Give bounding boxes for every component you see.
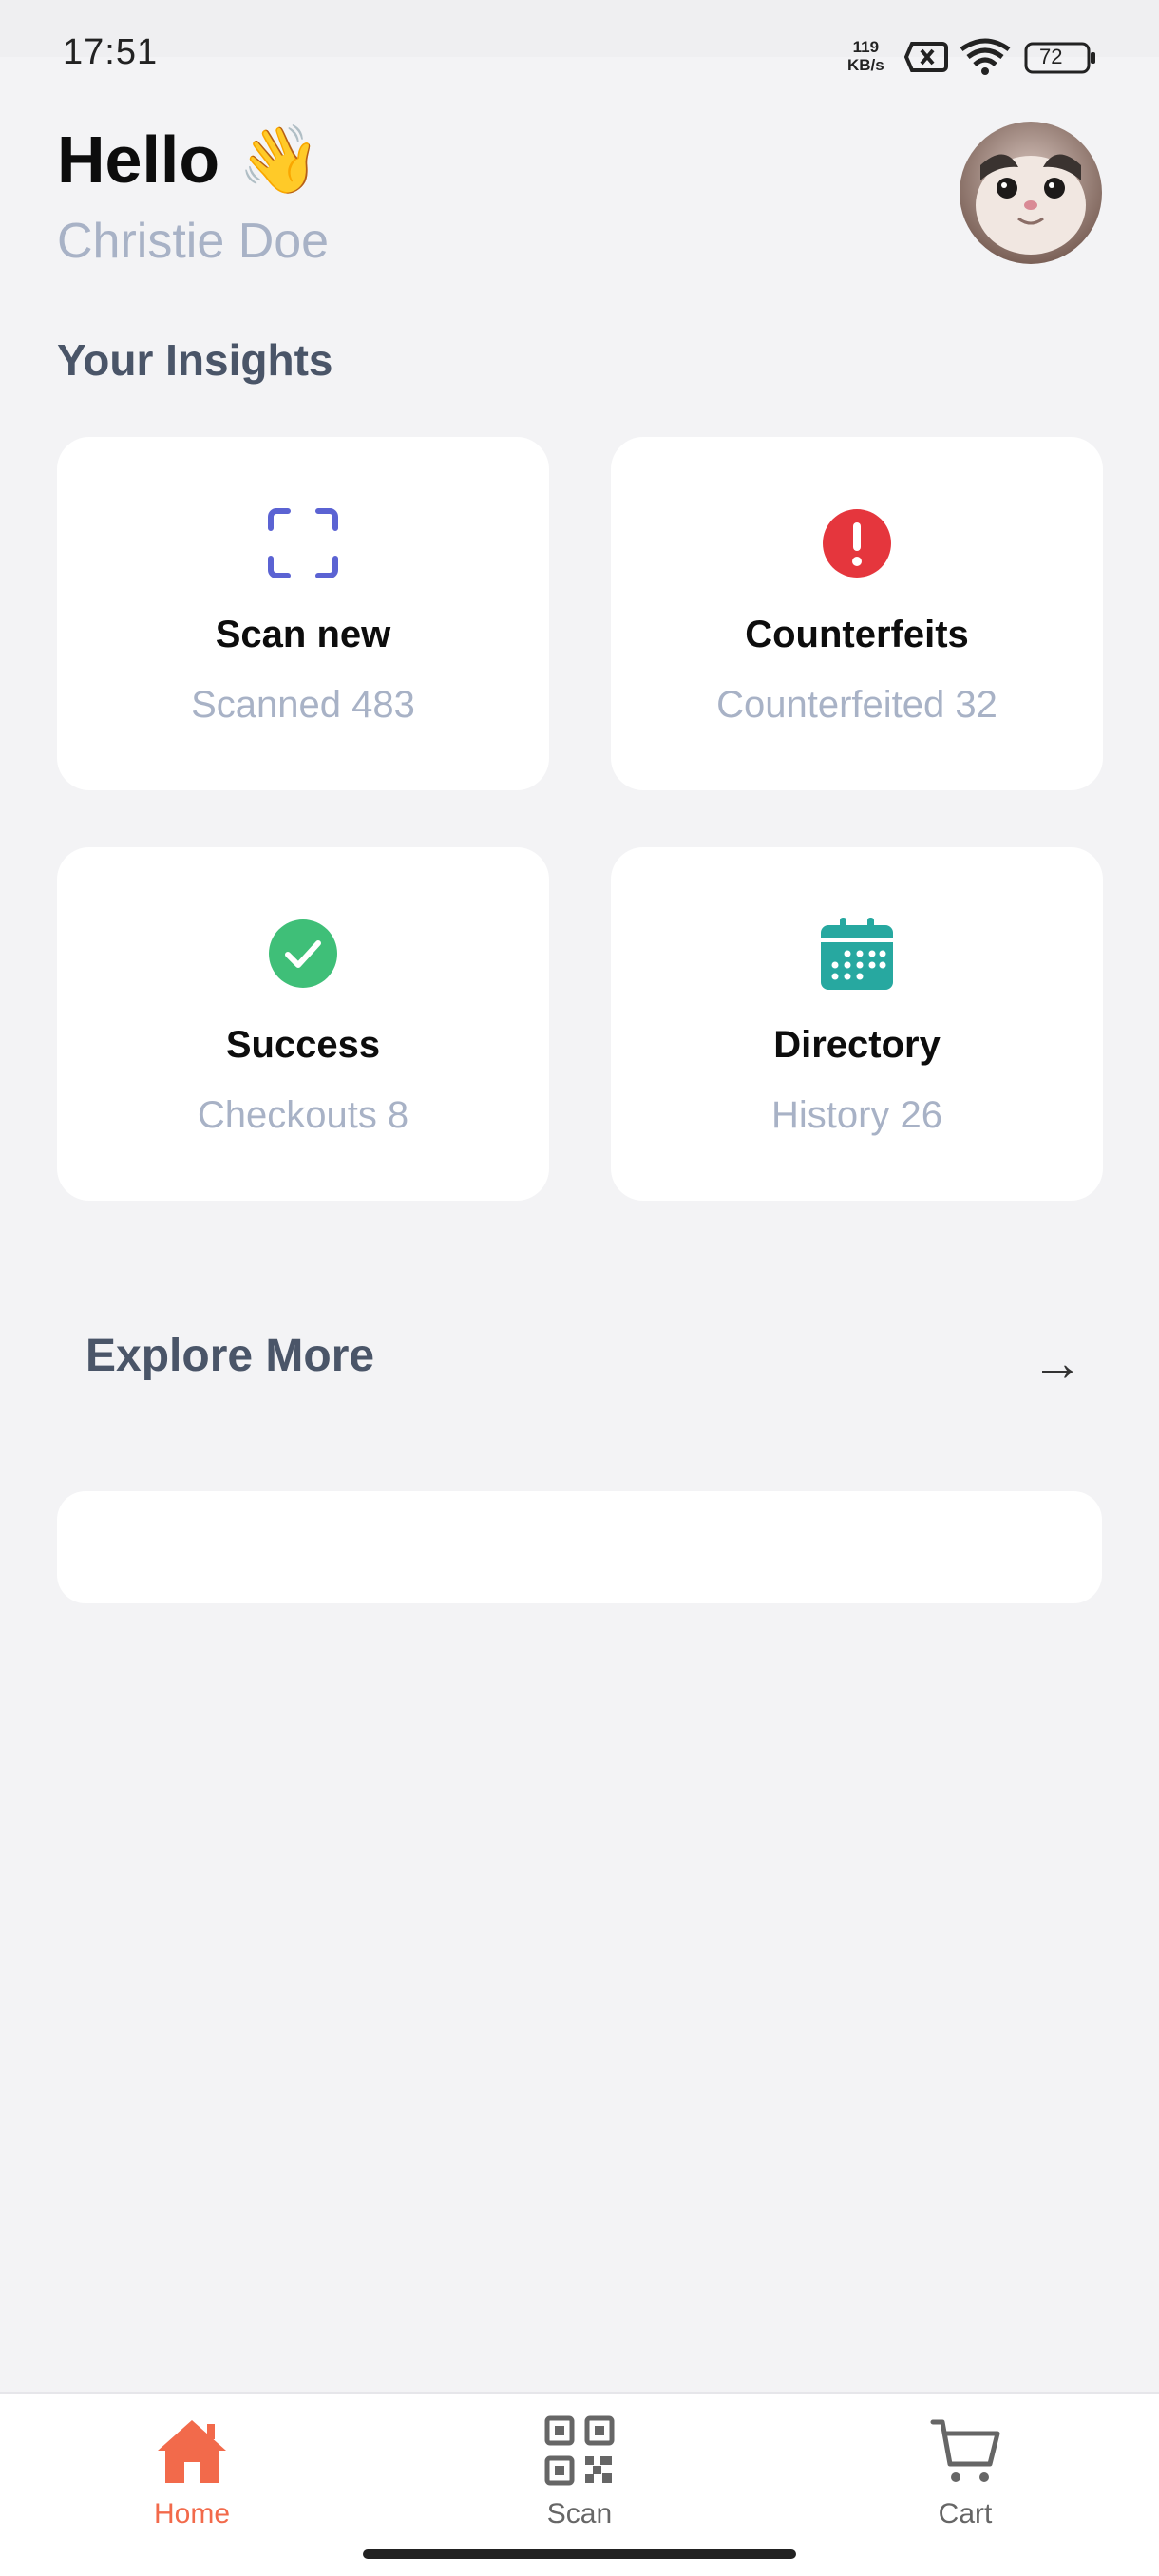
status-bar: 17:51 119 KB/s 72 xyxy=(0,0,1159,75)
explore-more-row[interactable]: Explore More → xyxy=(86,1330,1083,1406)
card-title: Counterfeits xyxy=(745,614,969,655)
card-subtitle: History 26 xyxy=(770,1094,943,1136)
nav-label: Cart xyxy=(938,2498,993,2529)
calendar-icon xyxy=(819,916,895,992)
insights-title: Your Insights xyxy=(57,335,333,385)
card-subtitle: Scanned 483 xyxy=(191,684,415,726)
card-subtitle: Counterfeited 32 xyxy=(716,684,998,726)
nav-item-scan[interactable]: Scan xyxy=(456,2394,703,2546)
battery-level: 72 xyxy=(1039,45,1063,68)
network-speed-value: 119 xyxy=(852,38,880,56)
card-title: Scan new xyxy=(215,614,391,655)
card-scan-new[interactable]: Scan new Scanned 483 xyxy=(57,437,549,790)
qr-code-icon xyxy=(544,2415,615,2486)
greeting-title: Hello 👋 xyxy=(57,123,321,197)
network-speed-unit: KB/s xyxy=(847,56,884,74)
nav-item-cart[interactable]: Cart xyxy=(842,2394,1089,2546)
explore-more-container xyxy=(57,1491,1102,1603)
explore-more-title: Explore More xyxy=(86,1331,375,1381)
card-success[interactable]: Success Checkouts 8 xyxy=(57,847,549,1201)
home-icon xyxy=(158,2420,226,2483)
nav-item-home[interactable]: Home xyxy=(68,2394,315,2546)
avatar[interactable] xyxy=(960,122,1102,264)
cart-icon xyxy=(930,2419,1000,2482)
nav-label: Scan xyxy=(546,2498,613,2529)
home-indicator[interactable] xyxy=(363,2549,796,2559)
sim-off-icon xyxy=(903,40,948,79)
card-title: Directory xyxy=(773,1024,940,1066)
status-time: 17:51 xyxy=(63,32,159,72)
card-subtitle: Checkouts 8 xyxy=(197,1094,409,1136)
scan-frame-icon xyxy=(265,505,341,581)
avatar-photo xyxy=(960,122,1102,264)
alert-icon xyxy=(819,505,895,581)
check-circle-icon xyxy=(265,916,341,992)
network-speed: 119 KB/s xyxy=(847,38,884,74)
arrow-right-icon[interactable]: → xyxy=(1032,1334,1083,1392)
home-screen: 17:51 119 KB/s 72 Hello 👋 Christie Doe Y… xyxy=(0,0,1159,2576)
nav-label: Home xyxy=(153,2498,231,2529)
bottom-nav: Home Scan Cart xyxy=(0,2392,1159,2576)
user-name: Christie Doe xyxy=(57,214,330,269)
card-counterfeits[interactable]: Counterfeits Counterfeited 32 xyxy=(611,437,1103,790)
wifi-icon xyxy=(960,38,1011,81)
card-title: Success xyxy=(225,1024,381,1066)
card-directory[interactable]: Directory History 26 xyxy=(611,847,1103,1201)
